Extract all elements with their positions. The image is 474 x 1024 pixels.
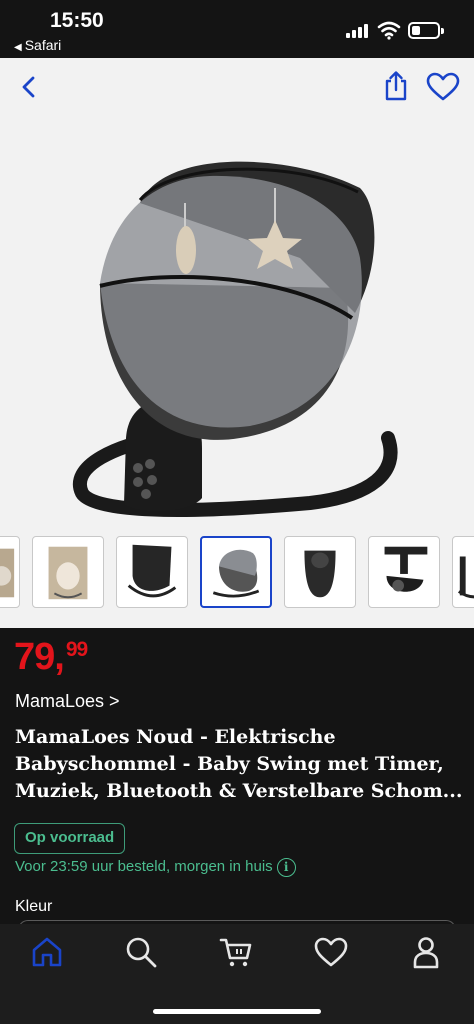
product-title-line: Muziek, Bluetooth & Verstelbare Schom... bbox=[15, 780, 463, 802]
thumbnail[interactable] bbox=[452, 536, 474, 608]
price-cents: 99 bbox=[65, 638, 88, 661]
back-chevron-icon[interactable] bbox=[16, 74, 42, 100]
delivery-info: Voor 23:59 uur besteld, morgen in huis i bbox=[15, 857, 296, 877]
home-icon bbox=[32, 937, 62, 967]
product-gallery[interactable] bbox=[0, 58, 474, 628]
stock-badge: Op voorraad bbox=[14, 823, 126, 854]
signal-icon bbox=[346, 24, 370, 38]
battery-icon bbox=[408, 22, 444, 39]
tab-search[interactable] bbox=[123, 934, 159, 970]
product-title: MamaLoes Noud - Elektrische Babyschommel… bbox=[15, 724, 463, 805]
delivery-text: Voor 23:59 uur besteld, morgen in huis bbox=[15, 858, 273, 875]
share-icon[interactable] bbox=[382, 70, 410, 102]
thumbnail-selected[interactable] bbox=[200, 536, 272, 608]
thumbnail[interactable] bbox=[0, 536, 20, 608]
status-time: 15:50 bbox=[50, 9, 104, 32]
product-image bbox=[73, 161, 398, 517]
screen: 15:50 ◀ Safari 79,99 MamaLoes > MamaLoes… bbox=[0, 0, 474, 1024]
user-icon bbox=[413, 937, 439, 969]
back-app-label: Safari bbox=[24, 37, 62, 53]
tab-favorites[interactable] bbox=[313, 934, 349, 970]
thumbnail[interactable] bbox=[116, 536, 188, 608]
product-title-line: MamaLoes Noud - Elektrische bbox=[15, 726, 336, 748]
color-label: Kleur bbox=[15, 898, 53, 915]
cart-icon bbox=[219, 938, 252, 967]
favorite-heart-icon[interactable] bbox=[426, 72, 460, 102]
back-triangle-icon: ◀ bbox=[14, 42, 22, 53]
thumbnail[interactable] bbox=[284, 536, 356, 608]
tab-home[interactable] bbox=[29, 934, 65, 970]
tab-account[interactable] bbox=[408, 934, 444, 970]
thumbnail-strip[interactable] bbox=[0, 536, 474, 608]
product-title-line: Babyschommel - Baby Swing met Timer, bbox=[15, 753, 444, 775]
thumbnail[interactable] bbox=[368, 536, 440, 608]
home-indicator[interactable] bbox=[153, 1009, 321, 1014]
tab-cart[interactable] bbox=[218, 934, 254, 970]
price-whole: 79, bbox=[14, 636, 65, 678]
thumbnail[interactable] bbox=[32, 536, 104, 608]
wifi-icon bbox=[377, 21, 401, 40]
status-bar: 15:50 ◀ Safari bbox=[0, 0, 474, 58]
price: 79,99 bbox=[14, 636, 88, 679]
heart-icon bbox=[314, 937, 348, 967]
brand-link[interactable]: MamaLoes > bbox=[15, 691, 120, 712]
search-icon bbox=[126, 937, 157, 968]
back-to-app[interactable]: ◀ Safari bbox=[14, 37, 61, 53]
info-icon[interactable]: i bbox=[276, 857, 296, 877]
